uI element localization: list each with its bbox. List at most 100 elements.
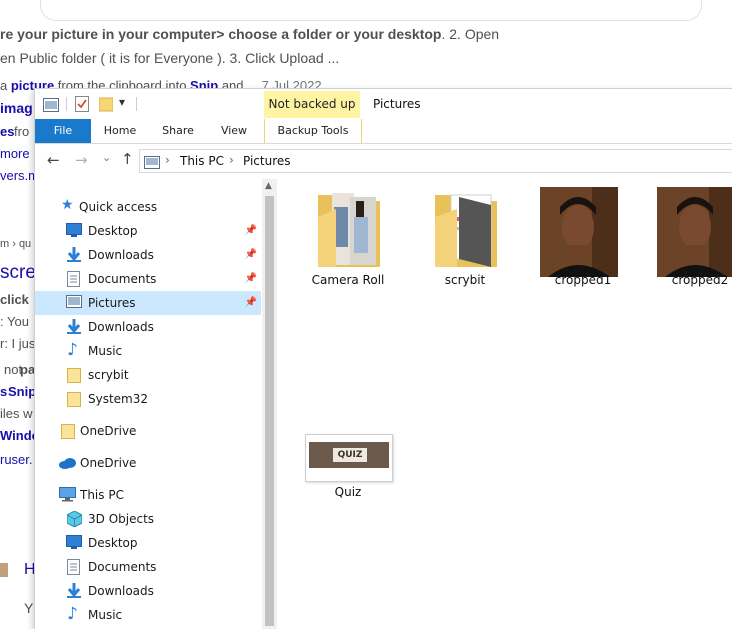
nav-this-pc[interactable]: This PC xyxy=(35,483,261,507)
pin-icon[interactable]: 📌 xyxy=(245,297,257,308)
computer-icon xyxy=(59,487,76,505)
snippet-heading[interactable]: scre xyxy=(0,262,36,284)
tab-home[interactable]: Home xyxy=(93,119,147,143)
quiz-thumb-text: QUIZ xyxy=(333,448,367,462)
quiz-image-thumbnail: QUIZ xyxy=(305,434,393,482)
breadcrumb-this-pc[interactable]: This PC xyxy=(180,154,224,168)
nav-quick-music[interactable]: ♪ Music xyxy=(35,339,261,363)
photo-thumbnail-icon xyxy=(657,187,732,281)
music-icon: ♪ xyxy=(67,340,78,360)
folder-icon xyxy=(61,423,75,442)
pin-icon[interactable]: 📌 xyxy=(245,249,257,260)
address-field[interactable]: › This PC › Pictures xyxy=(139,149,732,173)
file-item-cropped2[interactable]: cropped2 xyxy=(650,187,732,297)
pin-icon[interactable]: 📌 xyxy=(245,225,257,236)
pin-icon[interactable]: 📌 xyxy=(245,273,257,284)
3d-objects-icon xyxy=(66,510,83,530)
nav-pc-documents[interactable]: Documents xyxy=(35,555,261,579)
folder-icon xyxy=(67,391,81,410)
title-bar: ▾ Not backed up Pictures xyxy=(35,89,732,119)
snippet-fragment: Snip xyxy=(8,384,37,399)
quiz-thumb-bg: QUIZ xyxy=(309,442,389,468)
snippet-fragment: r: I jus xyxy=(0,336,36,351)
recent-locations-button[interactable]: ⌄ xyxy=(102,151,111,164)
tab-share[interactable]: Share xyxy=(151,119,205,143)
star-icon: ★ xyxy=(61,197,74,213)
folder-icon xyxy=(433,187,499,273)
nav-scrollbar[interactable]: ▲ xyxy=(262,179,277,629)
nav-onedrive-personal[interactable]: OneDrive xyxy=(35,419,261,443)
snippet-fragment: iles w xyxy=(0,406,33,421)
file-list: Camera Roll scrybit cropped1 cropped2 QU… xyxy=(278,179,732,629)
nav-quick-pictures[interactable]: Pictures 📌 xyxy=(35,291,261,315)
desktop-icon xyxy=(66,223,82,240)
snippet-fragment[interactable]: ruser. xyxy=(0,452,33,467)
window-title: Pictures xyxy=(373,97,421,111)
nav-onedrive[interactable]: OneDrive xyxy=(35,451,261,475)
nav-pc-desktop[interactable]: Desktop xyxy=(35,531,261,555)
snippet-fragment: es xyxy=(0,124,15,139)
document-icon xyxy=(67,559,80,578)
snippet-fragment: m › qu xyxy=(0,238,32,250)
snippet-line-2: en Public folder ( it is for Everyone ).… xyxy=(0,50,340,66)
nav-quick-downloads-2[interactable]: Downloads xyxy=(35,315,261,339)
new-folder-icon[interactable] xyxy=(98,96,114,116)
snippet-line-1: re your picture in your computer> choose… xyxy=(0,26,500,42)
back-button[interactable]: ← xyxy=(47,151,60,169)
nav-quick-documents[interactable]: Documents 📌 xyxy=(35,267,261,291)
snippet-fragment[interactable]: more xyxy=(0,146,30,161)
snippet-fragment: Y xyxy=(24,600,34,616)
nav-pc-3d-objects[interactable]: 3D Objects xyxy=(35,507,261,531)
photo-thumbnail-icon xyxy=(540,187,618,281)
favicon xyxy=(0,563,8,577)
snippet-fragment: : You xyxy=(0,314,29,329)
nav-quick-downloads[interactable]: Downloads 📌 xyxy=(35,243,261,267)
nav-quick-access[interactable]: ★ Quick access xyxy=(35,195,261,219)
snippet-fragment: click xyxy=(0,292,29,307)
tab-view[interactable]: View xyxy=(209,119,259,143)
separator xyxy=(66,97,67,111)
folder-icon xyxy=(67,367,81,386)
download-icon xyxy=(67,247,81,266)
nav-quick-scrybit[interactable]: scrybit xyxy=(35,363,261,387)
snippet-fragment: s xyxy=(0,384,8,399)
folder-icon xyxy=(316,187,382,273)
qat-dropdown-icon[interactable]: ▾ xyxy=(119,95,125,109)
desktop-icon xyxy=(66,535,82,552)
snippet-fragment: fro xyxy=(14,124,30,139)
breadcrumb-sep: › xyxy=(165,153,170,167)
up-button[interactable]: ↑ xyxy=(121,150,134,168)
scroll-up-arrow-icon[interactable]: ▲ xyxy=(265,181,272,191)
nav-quick-desktop[interactable]: Desktop 📌 xyxy=(35,219,261,243)
properties-icon[interactable] xyxy=(75,96,89,116)
music-icon: ♪ xyxy=(67,604,78,624)
nav-pc-music[interactable]: ♪ Music xyxy=(35,603,261,627)
document-icon xyxy=(67,271,80,290)
this-pc-icon xyxy=(144,154,160,173)
address-toolbar: ← → ⌄ ↑ › This PC › Pictures xyxy=(35,144,732,178)
snippet-fragment: pa xyxy=(20,362,36,377)
search-box-edge[interactable] xyxy=(40,0,702,21)
forward-button[interactable]: → xyxy=(75,151,88,169)
separator xyxy=(136,97,137,111)
breadcrumb-pictures[interactable]: Pictures xyxy=(243,154,291,168)
ribbon-tabs: File Home Share View Backup Tools xyxy=(35,119,732,144)
not-backed-up-badge[interactable]: Not backed up xyxy=(264,91,360,118)
navigation-pane: ★ Quick access Desktop 📌 Downloads 📌 Doc… xyxy=(35,179,261,629)
download-icon xyxy=(67,583,81,602)
file-item-scrybit[interactable]: scrybit xyxy=(415,187,515,297)
download-icon xyxy=(67,319,81,338)
file-item-camera-roll[interactable]: Camera Roll xyxy=(298,187,398,297)
tab-backup-tools[interactable]: Backup Tools xyxy=(264,119,362,143)
pictures-icon xyxy=(66,295,82,311)
snippet-fragment: imag xyxy=(0,100,33,116)
file-item-cropped1[interactable]: cropped1 xyxy=(533,187,633,297)
file-item-quiz[interactable]: QUIZ Quiz xyxy=(298,434,398,514)
cloud-icon xyxy=(59,458,77,472)
breadcrumb-sep: › xyxy=(229,153,234,167)
file-explorer-window: ▾ Not backed up Pictures File Home Share… xyxy=(34,88,732,629)
scroll-thumb[interactable] xyxy=(265,196,274,626)
nav-pc-downloads[interactable]: Downloads xyxy=(35,579,261,603)
tab-file[interactable]: File xyxy=(35,119,91,143)
nav-quick-system32[interactable]: System32 xyxy=(35,387,261,411)
